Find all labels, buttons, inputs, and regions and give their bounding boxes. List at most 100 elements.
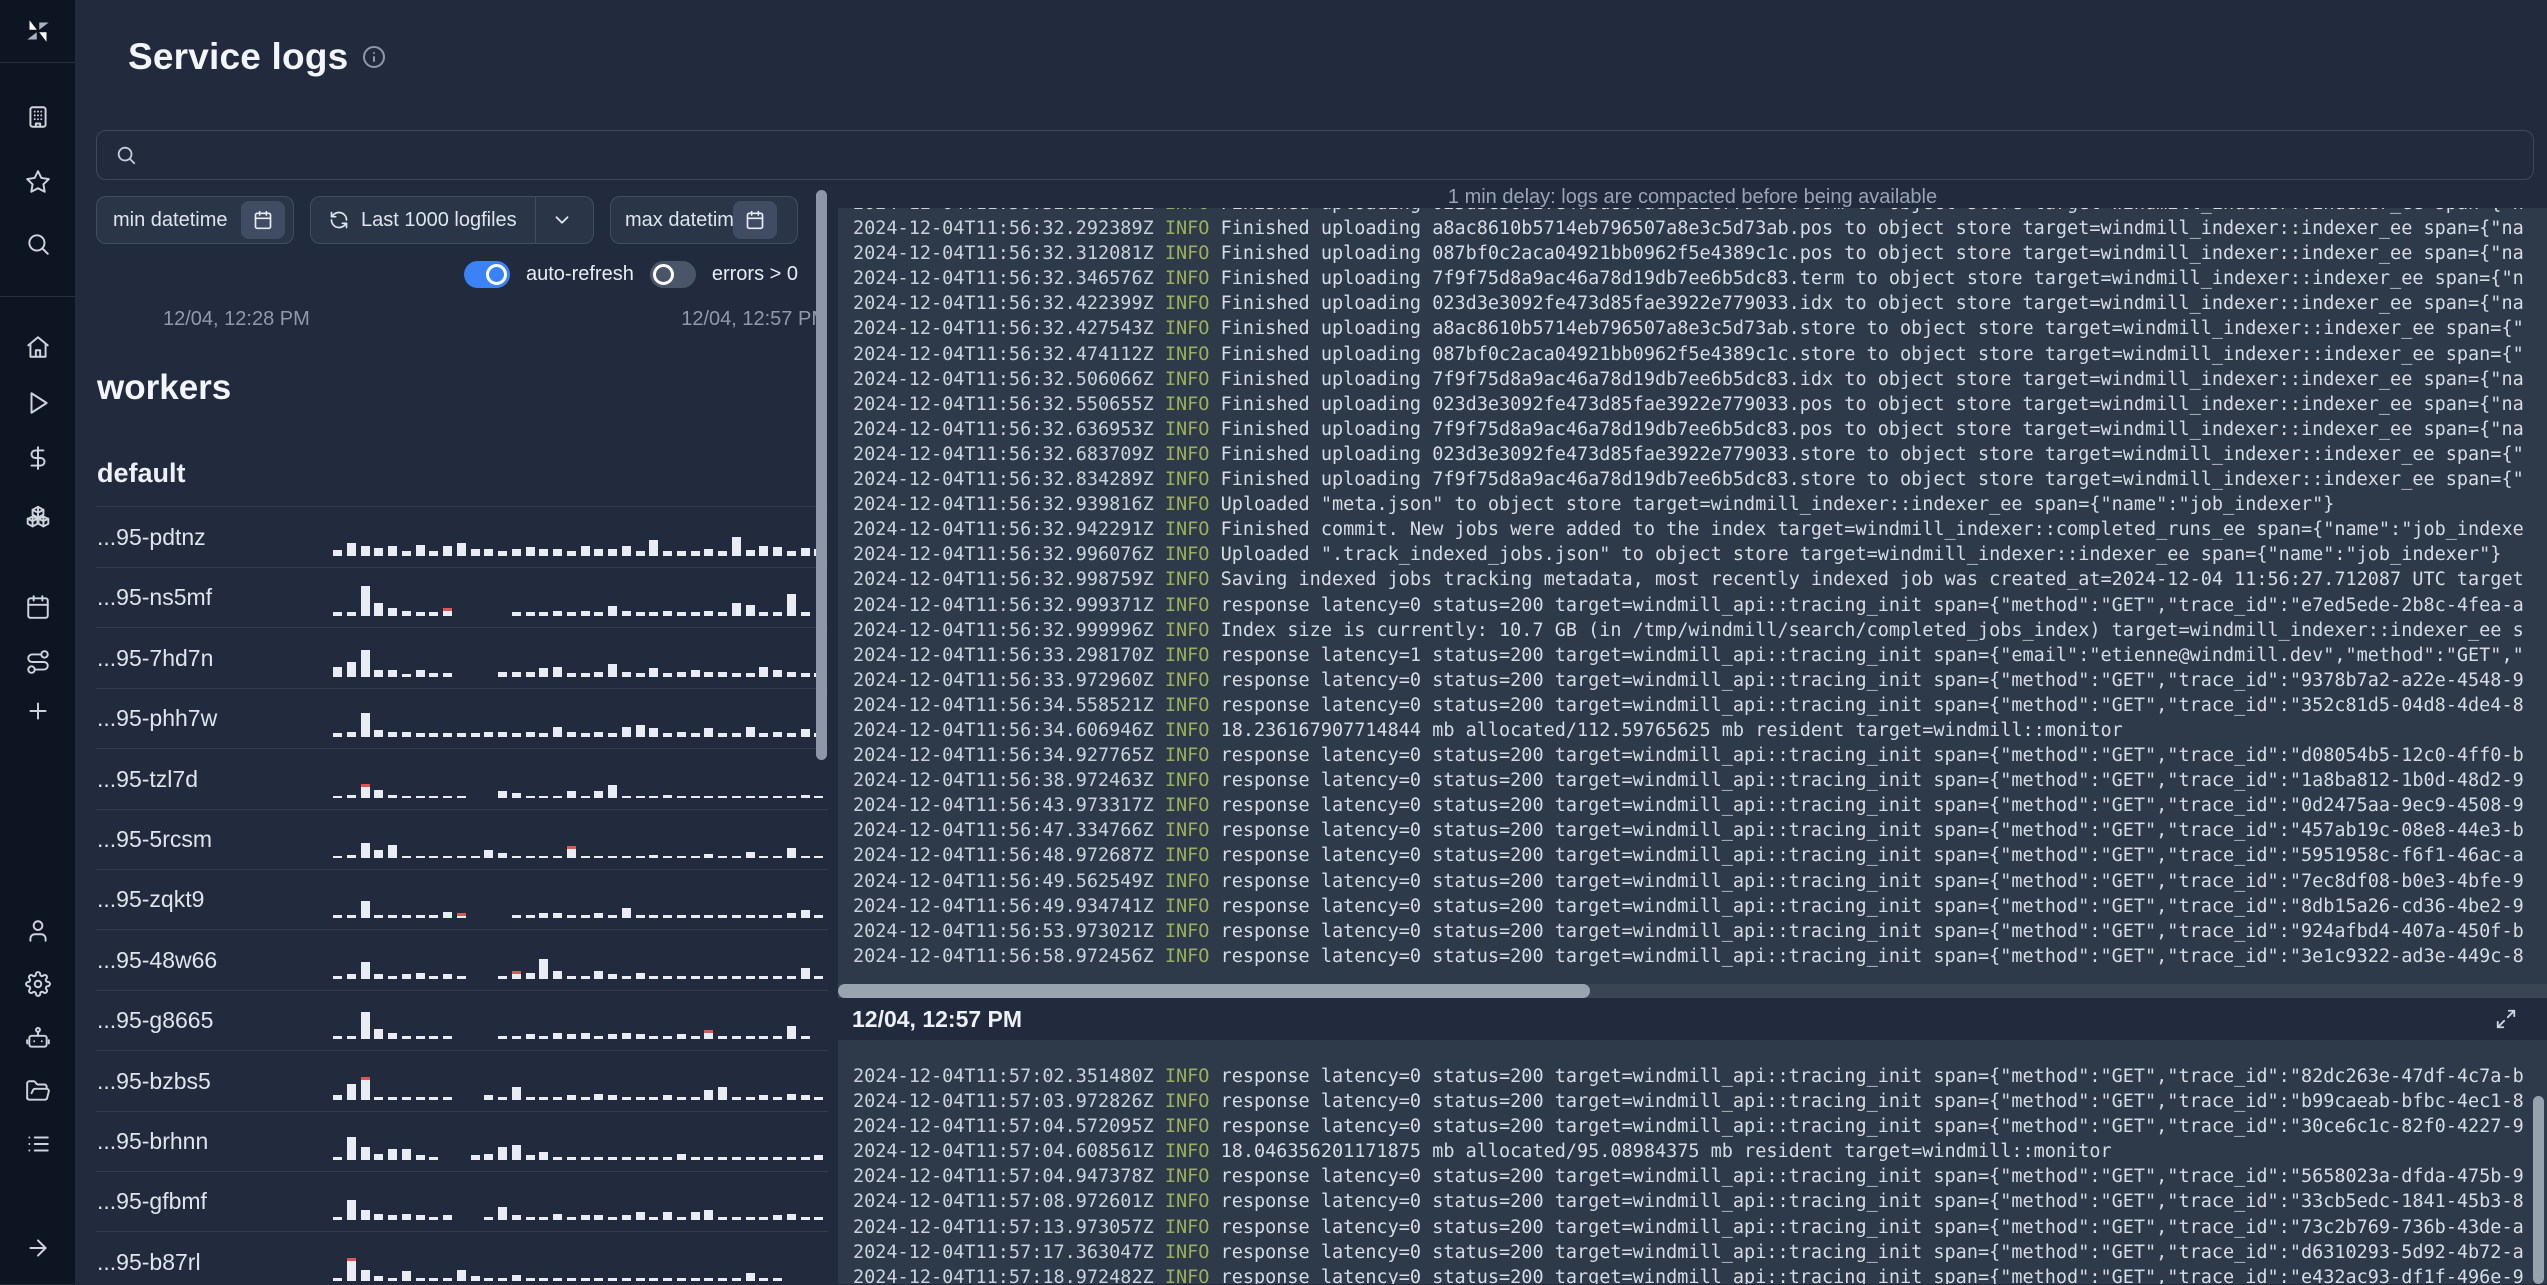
activity-bar	[635, 1157, 645, 1160]
worker-row[interactable]: ...95-phh7w	[96, 688, 828, 750]
left-panel-scrollbar[interactable]	[816, 190, 827, 760]
horizontal-scrollbar-thumb[interactable]	[838, 984, 1590, 998]
activity-bar-ok-segment	[649, 855, 659, 858]
search-input[interactable]	[149, 142, 2533, 168]
activity-bar	[539, 1152, 549, 1160]
activity-bar	[773, 547, 782, 556]
worker-row[interactable]: ...95-gfbmf	[96, 1171, 828, 1233]
activity-bar	[360, 713, 370, 738]
activity-bar-ok-segment	[594, 1036, 604, 1040]
sidebar-item-dollar[interactable]	[0, 432, 75, 484]
worker-row[interactable]: ...95-48w66	[96, 930, 828, 991]
worker-row[interactable]: ...95-7hd7n	[96, 628, 828, 689]
horizontal-scrollbar-track[interactable]	[838, 984, 2547, 998]
worker-row[interactable]: ...95-5rcsm	[96, 809, 828, 870]
worker-row[interactable]: ...95-ns5mf	[96, 567, 828, 629]
activity-bar-ok-segment	[594, 1277, 604, 1281]
activity-bar	[511, 733, 521, 738]
activity-bar	[539, 1096, 549, 1100]
activity-bar-slot	[401, 939, 416, 979]
activity-bar-slot	[690, 697, 705, 738]
activity-bar-slot	[580, 1120, 595, 1160]
auto-refresh-toggle[interactable]	[464, 260, 510, 288]
activity-bar	[456, 975, 466, 979]
activity-bar-slot	[566, 758, 581, 798]
activity-bar	[511, 792, 521, 798]
sidebar-item-user[interactable]	[0, 905, 75, 957]
activity-bar-ok-segment	[773, 612, 782, 617]
activity-bar	[621, 1277, 631, 1281]
sidebar-item-building[interactable]	[0, 91, 75, 143]
bottom-log-pane[interactable]: 2024-12-04T11:57:02.351480Z INFO respons…	[838, 1040, 2547, 1284]
activity-bar-slot	[663, 516, 677, 556]
sidebar-item-settings[interactable]	[0, 958, 75, 1010]
worker-row[interactable]: ...95-brhnn	[96, 1111, 828, 1172]
activity-bar	[800, 910, 810, 919]
top-log-pane[interactable]: 2024-12-04T11:56:32.251002Z INFO Finishe…	[838, 208, 2547, 984]
sidebar-item-play[interactable]	[0, 377, 75, 429]
sidebar-item-arrow-right[interactable]	[0, 1222, 75, 1274]
max-datetime-filter[interactable]: max datetime	[610, 196, 798, 244]
min-datetime-calendar-button[interactable]	[241, 201, 285, 239]
activity-bar	[594, 1215, 604, 1221]
activity-bar-ok-segment	[333, 856, 342, 858]
activity-bar	[676, 915, 686, 919]
activity-bar	[704, 1157, 714, 1160]
activity-bar-ok-segment	[621, 856, 631, 858]
activity-bar-ok-segment	[621, 727, 631, 738]
logfiles-filter: Last 1000 logfiles	[310, 196, 594, 244]
log-line: 2024-12-04T11:56:32.474112Z INFO Finishe…	[838, 342, 2547, 367]
activity-bar	[635, 915, 645, 919]
sidebar-item-calendar[interactable]	[0, 581, 75, 633]
worker-row[interactable]: ...95-zqkt9	[96, 869, 828, 931]
activity-bar-slot	[676, 1060, 691, 1100]
activity-bar-ok-segment	[443, 973, 452, 979]
worker-row[interactable]: ...95-b87rl	[96, 1232, 828, 1285]
activity-bar	[346, 915, 356, 919]
pinwheel-icon	[26, 20, 49, 42]
activity-bar-ok-segment	[456, 856, 466, 858]
worker-row[interactable]: ...95-bzbs5	[96, 1051, 828, 1112]
activity-bar-ok-segment	[690, 612, 700, 617]
min-datetime-filter[interactable]: min datetime	[96, 196, 294, 244]
activity-bar	[786, 594, 796, 617]
sidebar-item-list[interactable]	[0, 1118, 75, 1170]
worker-row[interactable]: ...95-pdtnz	[96, 507, 828, 568]
worker-group-heading: default	[97, 458, 186, 488]
worker-row[interactable]: ...95-tzl7d	[96, 749, 828, 810]
info-icon[interactable]	[362, 45, 386, 69]
sidebar-item-plus[interactable]	[0, 685, 75, 737]
sidebar-item-route[interactable]	[0, 636, 75, 688]
activity-bar-ok-segment	[759, 666, 769, 677]
activity-bar	[553, 1214, 562, 1221]
log-timestamp: 2024-12-04T11:56:32.834289Z	[853, 469, 1165, 491]
errors-filter-toggle[interactable]	[649, 260, 696, 288]
activity-bar	[470, 1155, 480, 1160]
activity-bar-ok-segment	[484, 1154, 494, 1160]
activity-bar	[608, 1217, 617, 1221]
worker-row[interactable]: ...95-g8665	[96, 990, 828, 1052]
activity-bar-slot	[801, 1241, 815, 1281]
expand-button[interactable]	[2489, 1007, 2523, 1031]
logfiles-refresh-segment[interactable]: Last 1000 logfiles	[311, 197, 535, 243]
activity-bar-slot	[718, 758, 732, 798]
vertical-scrollbar-thumb[interactable]	[2533, 1096, 2544, 1284]
activity-bar	[663, 1212, 672, 1221]
max-datetime-calendar-button[interactable]	[733, 201, 778, 239]
windmill-logo[interactable]	[0, 0, 75, 62]
activity-bar	[690, 795, 700, 798]
logfiles-dropdown-button[interactable]	[534, 197, 589, 243]
activity-bar-slot	[731, 939, 746, 979]
activity-bar-slot	[676, 516, 691, 556]
sidebar-item-home[interactable]	[0, 321, 75, 373]
sidebar-item-folder[interactable]	[0, 1065, 75, 1117]
sidebar-item-bot[interactable]	[0, 1012, 75, 1064]
activity-bar	[621, 975, 631, 979]
sidebar-item-search[interactable]	[0, 218, 75, 270]
sidebar-item-star[interactable]	[0, 156, 75, 208]
activity-bar-slot	[360, 576, 375, 617]
activity-bar-slot	[635, 576, 650, 617]
activity-bar-slot	[718, 576, 732, 617]
activity-bar	[443, 795, 452, 798]
sidebar-item-boxes[interactable]	[0, 490, 75, 542]
